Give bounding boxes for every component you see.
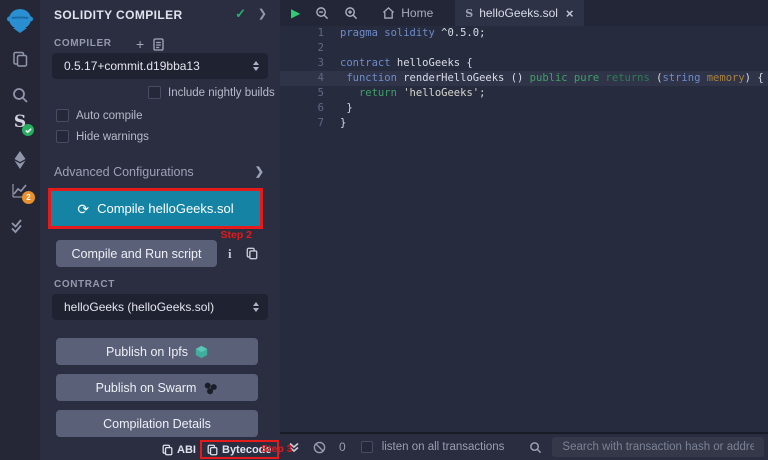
line-number: 3 xyxy=(280,56,340,71)
contract-select[interactable]: helloGeeks (helloGeeks.sol) xyxy=(52,294,268,320)
copy-artifacts-row: ABI Bytecode xyxy=(40,443,280,460)
run-script-play-icon[interactable]: ▶ xyxy=(291,7,300,19)
compiler-version-select[interactable]: 0.5.17+commit.d19bba13 xyxy=(52,53,268,79)
line-number: 1 xyxy=(280,26,340,41)
line-number: 7 xyxy=(280,116,340,131)
step2-annotation-box: ⟳ Compile helloGeeks.sol xyxy=(48,188,263,229)
compile-and-run-button[interactable]: Compile and Run script xyxy=(56,240,217,267)
terminal-bar: 0 listen on all transactions xyxy=(280,432,768,460)
line-number: 2 xyxy=(280,41,340,56)
publish-swarm-button[interactable]: Publish on Swarm xyxy=(56,374,258,401)
activity-bar: S 2 xyxy=(0,0,41,460)
solidity-file-icon: S xyxy=(465,7,473,20)
home-icon xyxy=(382,7,395,19)
nightly-builds-row: Include nightly builds xyxy=(148,86,275,99)
transaction-count: 0 xyxy=(339,440,346,454)
listen-transactions-checkbox[interactable] xyxy=(361,441,373,453)
side-panel: SOLIDITY COMPILER ✓ ❯ COMPILER + 0.5.17+… xyxy=(40,0,280,460)
sync-icon: ⟳ xyxy=(77,202,89,216)
copy-icon xyxy=(162,444,173,456)
editor-region: ▶ Home S helloGeeks.sol × xyxy=(280,0,768,460)
auto-compile-label: Auto compile xyxy=(76,110,142,122)
panel-expand-chevron-icon[interactable]: ❯ xyxy=(258,7,267,20)
step3-annotation-label: Step 3 xyxy=(261,443,293,455)
compiler-success-badge xyxy=(22,124,34,136)
editor-tab-bar: ▶ Home S helloGeeks.sol × xyxy=(280,0,768,26)
transaction-search-input[interactable] xyxy=(552,437,764,457)
swarm-icon xyxy=(203,381,218,395)
code-line[interactable]: 2 xyxy=(280,41,768,56)
clear-console-icon[interactable] xyxy=(313,441,326,454)
zoom-out-icon[interactable] xyxy=(315,6,329,20)
nightly-builds-label: Include nightly builds xyxy=(168,87,275,99)
analysis-icon[interactable]: 2 xyxy=(0,182,40,199)
unit-testing-icon[interactable] xyxy=(0,218,40,234)
terminal-search-icon xyxy=(529,441,542,454)
code-line[interactable]: 5 return 'helloGeeks'; xyxy=(280,86,768,101)
close-tab-icon[interactable]: × xyxy=(566,6,574,21)
listen-transactions-label: listen on all transactions xyxy=(382,441,505,453)
search-icon[interactable] xyxy=(0,86,40,104)
advanced-configurations-toggle[interactable]: Advanced Configurations xyxy=(54,165,194,179)
auto-compile-checkbox[interactable] xyxy=(56,109,69,122)
step2-annotation-label: Step 2 xyxy=(220,229,252,241)
copy-abi-button[interactable]: ABI xyxy=(162,444,196,456)
code-line[interactable]: 7} xyxy=(280,116,768,131)
solidity-compiler-icon[interactable]: S xyxy=(0,112,40,132)
analysis-count-badge: 2 xyxy=(22,191,35,204)
copy-script-icon[interactable] xyxy=(246,247,258,260)
nightly-builds-checkbox[interactable] xyxy=(148,86,161,99)
advanced-chevron-icon[interactable]: ❯ xyxy=(255,165,264,178)
code-line[interactable]: 3contract helloGeeks { xyxy=(280,56,768,71)
compilation-details-button[interactable]: Compilation Details xyxy=(56,410,258,437)
zoom-in-icon[interactable] xyxy=(344,6,358,20)
panel-title: SOLIDITY COMPILER xyxy=(54,8,183,22)
select-arrows-icon xyxy=(253,302,259,312)
publish-ipfs-button[interactable]: Publish on Ipfs xyxy=(56,338,258,365)
hide-warnings-checkbox[interactable] xyxy=(56,130,69,143)
code-line[interactable]: 4 function renderHelloGeeks () public pu… xyxy=(280,71,768,86)
deploy-run-icon[interactable] xyxy=(0,150,40,170)
contract-label: CONTRACT xyxy=(54,279,115,290)
code-line[interactable]: 6 } xyxy=(280,101,768,116)
remix-ide-window: S 2 SOLIDITY COMPILER xyxy=(0,0,768,460)
copy-icon xyxy=(207,444,218,456)
compile-button[interactable]: ⟳ Compile helloGeeks.sol xyxy=(51,191,260,226)
hide-warnings-row: Hide warnings xyxy=(56,130,149,143)
ipfs-icon xyxy=(195,345,208,359)
add-compiler-icon[interactable]: + xyxy=(136,36,144,52)
line-number: 4 xyxy=(280,71,340,86)
tab-hellogeeks-sol[interactable]: S helloGeeks.sol × xyxy=(455,0,583,26)
remix-logo[interactable] xyxy=(0,7,40,34)
code-line[interactable]: 1pragma solidity ^0.5.0; xyxy=(280,26,768,41)
info-icon[interactable]: i xyxy=(228,246,232,262)
tab-home[interactable]: Home xyxy=(372,0,443,26)
hide-warnings-label: Hide warnings xyxy=(76,131,149,143)
auto-compile-row: Auto compile xyxy=(56,109,142,122)
compiler-label: COMPILER xyxy=(54,38,112,49)
compile-success-check-icon: ✓ xyxy=(235,6,246,22)
code-area[interactable]: 1pragma solidity ^0.5.0;23contract hello… xyxy=(280,26,768,432)
select-arrows-icon xyxy=(253,61,259,71)
line-number: 5 xyxy=(280,86,340,101)
line-number: 6 xyxy=(280,101,340,116)
file-explorer-icon[interactable] xyxy=(0,50,40,69)
